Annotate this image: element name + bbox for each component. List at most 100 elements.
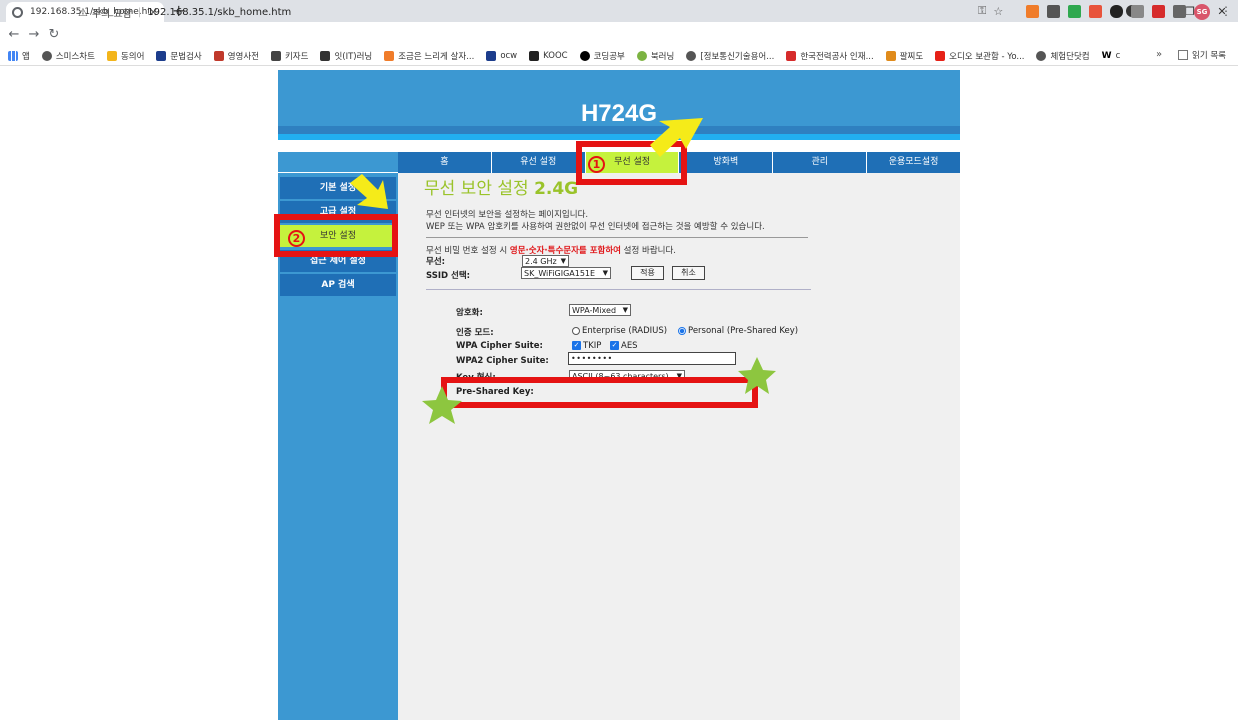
divider	[426, 289, 811, 290]
bookmark-icon	[106, 50, 117, 61]
encryption-label: 암호화:	[456, 308, 483, 318]
auth-mode-label: 인증 모드:	[456, 328, 494, 338]
auth-personal-radio[interactable]: Personal (Pre-Shared Key)	[678, 326, 798, 336]
cancel-button[interactable]: 취소	[672, 266, 705, 280]
bookmarks-bar: 앱 스미스차트 동의어 문법검사 영영사전 키자드 잇(IT)러닝 조금은 느리…	[0, 46, 1238, 66]
bookmark-item[interactable]: 코딩공부	[579, 50, 625, 62]
step-number-1: 1	[588, 156, 605, 173]
extension-icon[interactable]	[1110, 5, 1123, 18]
globe-icon	[41, 50, 52, 61]
extension-icon[interactable]	[1089, 5, 1102, 18]
sidebar-item-basic[interactable]: 기본 설정	[280, 177, 396, 199]
bookmarks-overflow-button[interactable]: »	[1156, 49, 1162, 60]
browser-toolbar: ← → ↻	[0, 22, 1238, 46]
bookmark-item[interactable]: 문법검사	[156, 50, 202, 62]
globe-icon	[686, 50, 697, 61]
warning-icon[interactable]: ⚠	[78, 6, 88, 19]
page-title: 무선 보안 설정 2.4G	[424, 179, 579, 199]
chevron-down-icon: ▼	[602, 269, 608, 277]
divider: |	[137, 6, 142, 18]
bookmark-icon	[320, 50, 331, 61]
bookmark-item[interactable]: ocw	[486, 50, 517, 61]
tab-home[interactable]: 홈	[398, 152, 492, 173]
tab-admin[interactable]: 관리	[773, 152, 868, 173]
tab-operation-mode[interactable]: 운용모드설정	[867, 152, 960, 173]
psk-input[interactable]: ••••••••	[568, 352, 736, 365]
url-text[interactable]: 192.168.35.1/skb_home.htm	[147, 7, 291, 18]
auth-enterprise-radio[interactable]: Enterprise (RADIUS)	[572, 326, 667, 336]
bookmark-item[interactable]: 오디오 보관함 - Yo...	[935, 50, 1024, 62]
bookmark-item[interactable]: 조금은 느리게 살자...	[384, 50, 474, 62]
extension-icon[interactable]	[1047, 5, 1060, 18]
puzzle-icon[interactable]	[1173, 5, 1186, 18]
checkmark-icon: ✓	[572, 341, 581, 350]
highlight-box-psk	[441, 377, 758, 408]
bookmark-item[interactable]: Wc	[1101, 50, 1120, 61]
screenshot-root: 192.168.35.1/skb_home.htm ✕ + — ❐ ✕ ← → …	[0, 0, 1238, 720]
bookmark-icon	[885, 50, 896, 61]
bookmark-item[interactable]: 앱	[8, 50, 30, 62]
banner-stripe	[278, 126, 960, 134]
bookmark-item[interactable]: [정보통신기술용어...	[686, 50, 774, 62]
omnibox-actions: ⚿ ☆	[978, 4, 1003, 18]
youtube-icon	[935, 50, 946, 61]
ssid-label: SSID 선택:	[426, 271, 471, 281]
key-icon[interactable]: ⚿	[978, 4, 986, 18]
globe-icon	[1036, 50, 1047, 61]
band-select[interactable]: 2.4 GHz ▼	[522, 255, 569, 267]
security-label[interactable]: 주의 요함	[92, 5, 132, 20]
pdf-extension-icon[interactable]	[1152, 5, 1165, 18]
bookmark-item[interactable]: 스미스차트	[41, 50, 95, 62]
wpa-cipher-label: WPA Cipher Suite:	[456, 341, 543, 351]
bookmark-item[interactable]: 체험단닷컴	[1036, 50, 1090, 62]
model-title: H724G	[580, 100, 658, 127]
divider	[426, 237, 808, 238]
bookmark-icon	[156, 50, 167, 61]
apps-grid-icon	[8, 50, 18, 61]
wpa-aes-checkbox[interactable]: ✓ AES	[610, 341, 638, 351]
bookmark-icon	[529, 50, 540, 61]
star-bookmark-icon[interactable]: ☆	[993, 5, 1003, 18]
tab-firewall[interactable]: 방화벽	[679, 152, 774, 173]
bookmark-icon	[786, 50, 797, 61]
bookmark-icon	[486, 50, 497, 61]
sidebar-item-ap-scan[interactable]: AP 검색	[280, 274, 396, 296]
extension-icon[interactable]	[1068, 5, 1081, 18]
bookmark-item[interactable]: 잇(IT)러닝	[320, 50, 372, 62]
wikipedia-icon: W	[1101, 50, 1112, 61]
apply-button[interactable]: 적용	[631, 266, 664, 280]
ssid-select[interactable]: SK_WiFiGIGA151E ▼	[521, 267, 611, 279]
checkmark-icon: ✓	[610, 341, 619, 350]
bookmark-item[interactable]: KOOC	[529, 50, 568, 61]
address-bar[interactable]: ⚠ 주의 요함 | 192.168.35.1/skb_home.htm	[78, 2, 1018, 22]
forward-icon[interactable]: →	[24, 27, 44, 42]
reload-icon[interactable]: ↻	[44, 27, 64, 42]
back-icon[interactable]: ←	[4, 27, 24, 42]
chevron-down-icon: ▼	[560, 257, 566, 265]
chevron-down-icon: ▼	[622, 306, 628, 314]
radio-on-icon	[678, 326, 686, 335]
globe-icon	[12, 6, 23, 18]
extension-icon[interactable]	[1131, 5, 1144, 18]
bookmark-item[interactable]: 키자드	[270, 50, 308, 62]
main-content: 무선 보안 설정 2.4G 무선 인터넷의 보안을 설정하는 페이지입니다. W…	[398, 173, 960, 720]
encryption-select[interactable]: WPA-Mixed ▼	[569, 304, 631, 316]
bookmark-item[interactable]: 동의어	[106, 50, 144, 62]
bookmark-item[interactable]: 북러닝	[636, 50, 674, 62]
wpa-tkip-checkbox[interactable]: ✓ TKIP	[572, 341, 601, 351]
band-label: 무선:	[426, 257, 446, 267]
menu-icon[interactable]: ⋮	[1220, 4, 1232, 18]
bookmark-item[interactable]: 한국전력공사 인재...	[786, 50, 874, 62]
bookmark-icon	[213, 50, 224, 61]
radio-off-icon	[572, 326, 580, 335]
extension-icon[interactable]	[1026, 5, 1039, 18]
reading-list-button[interactable]: 읽기 목록	[1178, 49, 1226, 61]
page-description: 무선 인터넷의 보안을 설정하는 페이지입니다. WEP 또는 WPA 암호키를…	[426, 210, 765, 232]
bookmark-icon	[636, 50, 647, 61]
bookmark-icon	[579, 50, 590, 61]
bookmark-item[interactable]: 팔찌도	[885, 50, 923, 62]
profile-avatar[interactable]: SG	[1194, 4, 1210, 20]
tab-wired[interactable]: 유선 설정	[491, 152, 586, 173]
blog-icon	[384, 50, 395, 61]
bookmark-item[interactable]: 영영사전	[213, 50, 259, 62]
